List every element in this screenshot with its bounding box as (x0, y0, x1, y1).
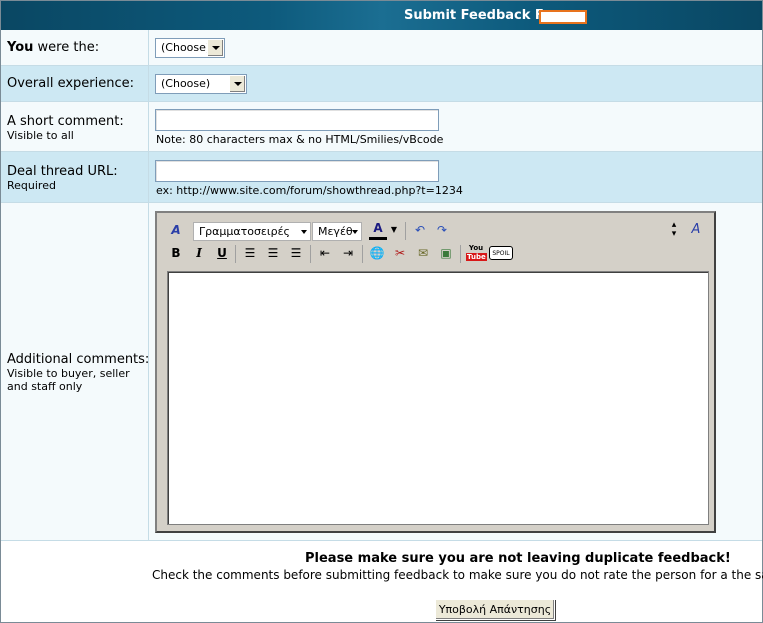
youtube-icon[interactable]: You Tube (466, 244, 487, 262)
deal-url-input[interactable] (155, 160, 439, 182)
spoiler-icon[interactable]: SPOIL (489, 246, 513, 260)
align-center-icon[interactable]: ☰ (264, 244, 282, 262)
rich-text-editor: A Γραμματοσειρές Μεγέθ A ▼ ↶ ↷ ▴ ▾ A B I … (155, 211, 716, 533)
feedback-form: Submit Feedback For You were the: (Choos… (0, 0, 763, 623)
form-header: Submit Feedback For (1, 1, 762, 30)
short-comment-input[interactable] (155, 109, 439, 131)
role-label: You were the: (7, 40, 100, 55)
resize-icon[interactable]: ▴ ▾ (665, 221, 683, 239)
experience-row: Overall experience: (Choose) (1, 66, 762, 102)
indent-icon[interactable]: ⇥ (339, 244, 357, 262)
undo-icon[interactable]: ↶ (411, 221, 429, 239)
experience-select[interactable]: (Choose) (155, 74, 247, 94)
size-select[interactable]: Μεγέθ (312, 222, 362, 241)
remove-format-icon[interactable]: A (167, 221, 185, 239)
deal-url-example: ex: http://www.site.com/forum/showthread… (156, 184, 463, 197)
align-right-icon[interactable]: ☰ (287, 244, 305, 262)
unlink-icon[interactable]: ✂ (391, 244, 409, 262)
deal-url-row: Deal thread URL: Required ex: http://www… (1, 152, 762, 203)
additional-label: Additional comments: Visible to buyer, s… (7, 352, 150, 393)
insert-link-icon[interactable]: 🌐 (368, 244, 386, 262)
italic-icon[interactable]: I (190, 244, 208, 262)
insert-email-icon[interactable]: ✉ (414, 244, 432, 262)
redacted-username (539, 10, 587, 24)
short-comment-note: Note: 80 characters max & no HTML/Smilie… (156, 133, 444, 146)
form-title: Submit Feedback For (404, 8, 559, 23)
role-row: You were the: (Choose) (1, 30, 762, 66)
chevron-down-icon[interactable]: ▼ (389, 221, 399, 239)
underline-icon[interactable]: U (213, 244, 231, 262)
switch-mode-icon[interactable]: A (687, 221, 705, 239)
font-color-icon[interactable]: A (369, 219, 387, 240)
bold-icon[interactable]: B (167, 244, 185, 262)
role-select[interactable]: (Choose) (155, 38, 225, 58)
chevron-down-icon (207, 39, 224, 57)
duplicate-warning: Please make sure you are not leaving dup… (305, 551, 731, 566)
redo-icon[interactable]: ↷ (433, 221, 451, 239)
outdent-icon[interactable]: ⇤ (316, 244, 334, 262)
additional-comments-textarea[interactable] (167, 271, 709, 525)
deal-url-label: Deal thread URL: Required (7, 164, 118, 192)
chevron-down-icon (301, 230, 307, 234)
chevron-down-icon (352, 230, 358, 234)
font-select[interactable]: Γραμματοσειρές (193, 222, 311, 241)
insert-image-icon[interactable]: ▣ (437, 244, 455, 262)
short-comment-row: A short comment: Visible to all Note: 80… (1, 102, 762, 152)
chevron-down-icon (229, 75, 246, 93)
duplicate-info: Check the comments before submitting fee… (152, 568, 763, 582)
submit-button[interactable]: Υποβολή Απάντησης (435, 599, 555, 620)
experience-label: Overall experience: (7, 76, 135, 91)
short-comment-label: A short comment: Visible to all (7, 114, 124, 142)
align-left-icon[interactable]: ☰ (241, 244, 259, 262)
